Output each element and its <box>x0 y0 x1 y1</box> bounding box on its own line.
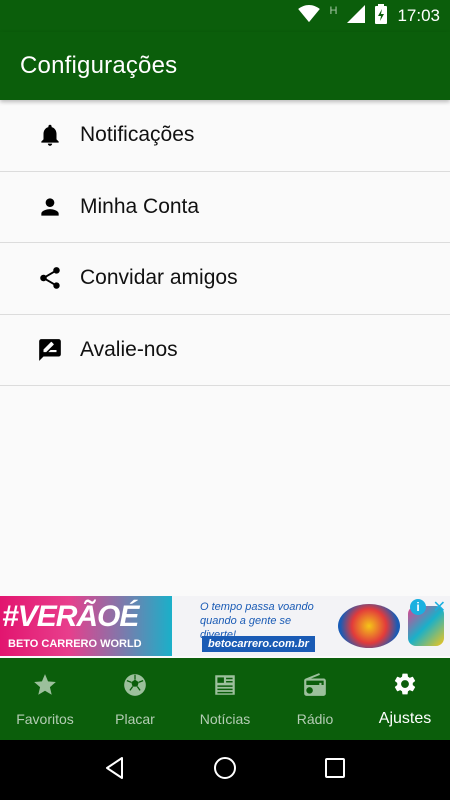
settings-list: Notificações Minha Conta Convidar amigos… <box>0 100 450 386</box>
nav-label: Placar <box>115 710 155 727</box>
ad-logo-image <box>338 604 400 648</box>
status-time: 17:03 <box>397 6 440 25</box>
status-icons: H 17:03 <box>297 0 440 32</box>
star-icon <box>32 672 58 711</box>
settings-item-invite-friends[interactable]: Convidar amigos <box>0 243 450 315</box>
home-icon[interactable] <box>212 755 238 786</box>
ad-right-panel: i ✕ <box>332 596 450 656</box>
ad-hashtag: #VERÃOÉ <box>2 600 139 633</box>
settings-item-rate-us[interactable]: Avalie-nos <box>0 315 450 386</box>
person-icon <box>0 194 80 220</box>
ad-banner[interactable]: #VERÃOÉ BETO CARRERO WORLD O tempo passa… <box>0 596 450 656</box>
status-bar: H 17:03 <box>0 0 450 32</box>
system-nav-bar <box>0 740 450 800</box>
settings-item-notifications[interactable]: Notificações <box>0 100 450 172</box>
soccer-ball-icon <box>122 672 148 711</box>
bottom-nav: Favoritos Placar Notícias Rádio Ajustes <box>0 658 450 740</box>
ad-left-panel: #VERÃOÉ BETO CARRERO WORLD <box>0 596 172 656</box>
nav-item-favorites[interactable]: Favoritos <box>0 658 90 740</box>
ad-info-icon[interactable]: i <box>410 599 426 615</box>
nav-item-settings[interactable]: Ajustes <box>360 658 450 740</box>
newspaper-icon <box>212 672 238 711</box>
nav-label: Notícias <box>199 710 251 727</box>
battery-charging-icon <box>375 3 388 29</box>
app-bar: Configurações <box>0 32 450 100</box>
gear-icon <box>392 671 418 710</box>
nav-label: Rádio <box>296 710 334 727</box>
radio-icon <box>302 672 328 711</box>
settings-item-account[interactable]: Minha Conta <box>0 172 450 243</box>
ad-middle-panel: O tempo passa voando quando a gente se d… <box>172 596 332 656</box>
settings-item-label: Notificações <box>80 123 195 147</box>
ad-url: betocarrero.com.br <box>202 636 315 652</box>
nav-item-scoreboard[interactable]: Placar <box>90 658 180 740</box>
rate-review-icon <box>0 337 80 363</box>
nav-label: Ajustes <box>378 709 432 727</box>
share-icon <box>0 265 80 291</box>
nav-item-news[interactable]: Notícias <box>180 658 270 740</box>
ad-close-icon[interactable]: ✕ <box>433 597 446 617</box>
page-title: Configurações <box>20 52 178 79</box>
recents-icon[interactable] <box>322 755 348 786</box>
ad-brand: BETO CARRERO WORLD <box>8 638 142 650</box>
nav-item-radio[interactable]: Rádio <box>270 658 360 740</box>
nav-label: Favoritos <box>16 710 74 727</box>
settings-item-label: Convidar amigos <box>80 266 238 290</box>
signal-icon <box>347 4 366 28</box>
settings-item-label: Minha Conta <box>80 194 200 218</box>
settings-item-label: Avalie-nos <box>80 337 178 361</box>
network-type-label: H <box>329 5 338 17</box>
bell-icon <box>0 122 80 148</box>
wifi-icon <box>297 4 320 28</box>
back-icon[interactable] <box>102 755 128 786</box>
